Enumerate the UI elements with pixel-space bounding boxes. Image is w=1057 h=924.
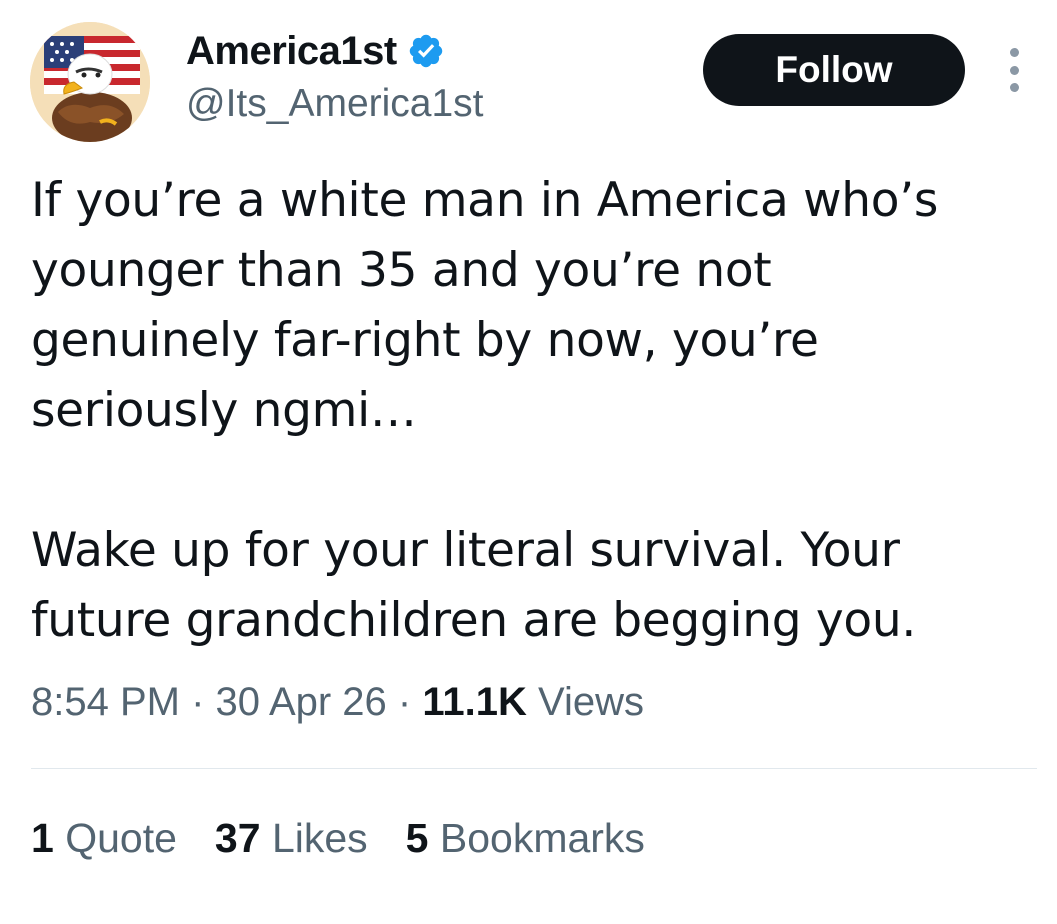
follow-button[interactable]: Follow: [703, 34, 965, 106]
author-handle[interactable]: @Its_America1st: [186, 82, 484, 126]
likes-stat[interactable]: 37 Likes: [215, 815, 368, 862]
bookmarks-stat[interactable]: 5 Bookmarks: [406, 815, 645, 862]
tweet-text: If you’re a white man in America who’s y…: [31, 166, 991, 656]
author-name-row[interactable]: America1st: [186, 26, 445, 76]
author-display-name[interactable]: America1st: [186, 29, 397, 74]
divider: [31, 768, 1037, 769]
quotes-stat[interactable]: 1 Quote: [31, 815, 177, 862]
tweet-meta: 8:54 PM · 30 Apr 26 · 11.1K Views: [31, 680, 644, 725]
quotes-label: Quote: [65, 815, 177, 861]
tweet-time[interactable]: 8:54 PM: [31, 680, 180, 724]
eagle-flag-avatar-icon: [30, 22, 150, 142]
more-dot: [1009, 48, 1019, 57]
tweet-paragraph: If you’re a white man in America who’s y…: [31, 173, 939, 438]
likes-label: Likes: [271, 815, 368, 861]
tweet-date[interactable]: 30 Apr 26: [216, 680, 387, 724]
avatar[interactable]: [30, 22, 150, 142]
more-dot: [1009, 83, 1019, 92]
meta-separator: ·: [191, 680, 205, 724]
verified-badge-icon: [407, 32, 445, 70]
likes-count: 37: [214, 815, 261, 861]
quotes-count: 1: [31, 815, 54, 861]
meta-separator: ·: [397, 680, 412, 724]
more-dot: [1009, 65, 1019, 75]
bookmarks-count: 5: [405, 815, 429, 861]
more-vertical-icon[interactable]: [1000, 48, 1028, 92]
views-label: Views: [538, 680, 645, 724]
views-count: 11.1K: [422, 680, 527, 724]
bookmarks-label: Bookmarks: [439, 815, 645, 861]
tweet-paragraph: Wake up for your literal survival. Your …: [31, 523, 916, 648]
engagement-stats: 1 Quote 37 Likes 5 Bookmarks: [31, 815, 683, 862]
